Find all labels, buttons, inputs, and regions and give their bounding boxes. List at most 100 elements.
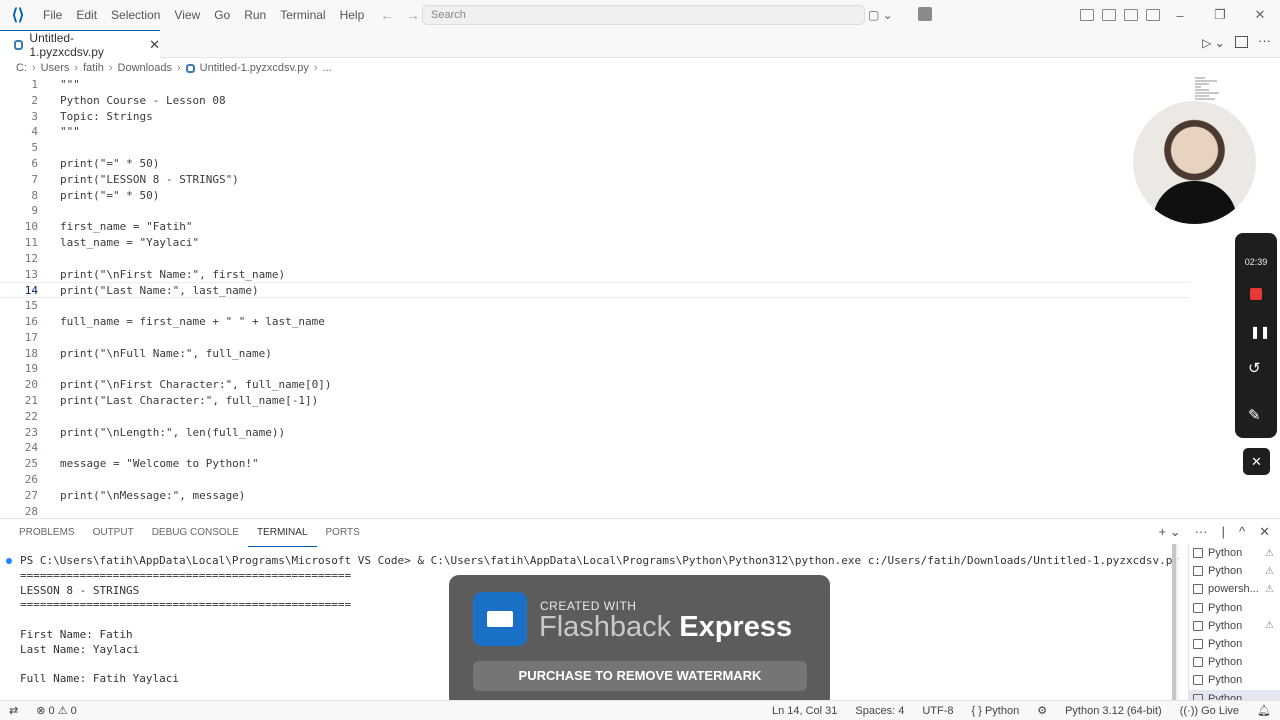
code-line[interactable]: 13 print("\nFirst Name:", first_name) bbox=[0, 267, 1200, 283]
terminal-session-item[interactable]: Python bbox=[1189, 635, 1280, 653]
code-line[interactable]: 5 bbox=[0, 140, 1200, 156]
remote-icon[interactable]: ⇄ bbox=[0, 704, 27, 717]
scrollbar-thumb[interactable] bbox=[1172, 544, 1176, 701]
code-line[interactable]: 15 bbox=[0, 298, 1200, 314]
code-line[interactable]: 23 print("\nLength:", len(full_name)) bbox=[0, 425, 1200, 441]
toggle-secondary-sidebar-icon[interactable] bbox=[1146, 9, 1160, 21]
code-line[interactable]: 2 Python Course - Lesson 08 bbox=[0, 93, 1200, 109]
breadcrumb-users[interactable]: Users bbox=[41, 62, 70, 74]
terminal-session-label: Python bbox=[1208, 656, 1243, 669]
restore-icon[interactable]: ❐ bbox=[1200, 0, 1240, 30]
tab-problems[interactable]: PROBLEMS bbox=[10, 519, 84, 547]
go-live-button[interactable]: ((·)) Go Live bbox=[1171, 705, 1248, 717]
terminal-session-item[interactable]: Python ⚠ bbox=[1189, 562, 1280, 580]
recorder-close-icon[interactable]: ✕ bbox=[1243, 448, 1270, 475]
code-line[interactable]: 11 last_name = "Yaylaci" bbox=[0, 235, 1200, 251]
stop-recording-icon[interactable] bbox=[1250, 288, 1262, 300]
more-icon[interactable]: ··· bbox=[1195, 524, 1208, 540]
code-line[interactable]: 9 bbox=[0, 203, 1200, 219]
code-line[interactable]: 26 bbox=[0, 472, 1200, 488]
editor-tab[interactable]: Untitled-1.pyzxcdsv.py ✕ bbox=[0, 30, 160, 59]
menu-file[interactable]: File bbox=[36, 0, 69, 30]
tab-ports[interactable]: PORTS bbox=[317, 519, 369, 547]
code-line[interactable]: 1 """ bbox=[0, 77, 1200, 93]
problems-indicator[interactable]: ⊗ 0 ⚠ 0 bbox=[27, 704, 86, 717]
maximize-panel-icon[interactable]: ^ bbox=[1239, 524, 1245, 540]
terminal-scrollbar[interactable] bbox=[1172, 544, 1178, 701]
terminal-session-item[interactable]: Python ⚠ bbox=[1189, 544, 1280, 562]
terminal-session-label: Python bbox=[1208, 619, 1243, 632]
minimize-icon[interactable]: – bbox=[1160, 0, 1200, 30]
more-actions-icon[interactable]: ··· bbox=[1258, 33, 1271, 48]
run-python-file-icon[interactable]: ▷ ⌄ bbox=[1202, 36, 1225, 50]
terminal-line: ========================================… bbox=[20, 598, 352, 612]
tab-terminal[interactable]: TERMINAL bbox=[247, 520, 317, 547]
accounts-icon[interactable] bbox=[918, 7, 932, 21]
code-line[interactable]: 25 message = "Welcome to Python!" bbox=[0, 456, 1200, 472]
code-editor[interactable]: 1 """ 2 Python Course - Lesson 08 3 Topic: St… bbox=[0, 77, 1280, 517]
close-panel-icon[interactable]: ✕ bbox=[1259, 524, 1270, 540]
indentation[interactable]: Spaces: 4 bbox=[846, 705, 913, 717]
code-line[interactable]: 27 print("\nMessage:", message) bbox=[0, 488, 1200, 504]
pause-icon[interactable]: ❚❚ bbox=[1250, 325, 1270, 339]
copilot-chat-icon[interactable]: ▢ ⌄ bbox=[868, 6, 908, 24]
code-line[interactable]: 24 bbox=[0, 440, 1200, 456]
language-mode[interactable]: { } Python bbox=[963, 705, 1029, 717]
terminal-session-item[interactable]: powersh... ⚠ bbox=[1189, 580, 1280, 598]
back-arrow-icon[interactable]: ← bbox=[380, 7, 394, 23]
new-terminal-icon[interactable]: + ⌄ bbox=[1158, 524, 1180, 540]
menu-view[interactable]: View bbox=[167, 0, 207, 30]
code-line[interactable]: 28 bbox=[0, 504, 1200, 517]
python-interpreter[interactable]: Python 3.12 (64-bit) bbox=[1056, 705, 1171, 717]
breadcrumb-fatih[interactable]: fatih bbox=[83, 62, 104, 74]
terminal-status-dot bbox=[6, 558, 12, 564]
code-line[interactable]: 3 Topic: Strings bbox=[0, 109, 1200, 125]
terminal-session-item[interactable]: Python bbox=[1189, 599, 1280, 617]
search-input[interactable]: Search bbox=[422, 5, 865, 25]
code-line[interactable]: 7 print("LESSON 8 - STRINGS") bbox=[0, 172, 1200, 188]
purchase-button[interactable]: PURCHASE TO REMOVE WATERMARK bbox=[473, 661, 807, 691]
pen-icon[interactable]: ✎ bbox=[1248, 406, 1261, 424]
toggle-panel-icon[interactable] bbox=[1124, 9, 1138, 21]
breadcrumb-file[interactable]: Untitled-1.pyzxcdsv.py bbox=[200, 62, 309, 74]
code-line[interactable]: 17 bbox=[0, 330, 1200, 346]
terminal-session-item[interactable]: Python bbox=[1189, 653, 1280, 671]
menu-edit[interactable]: Edit bbox=[69, 0, 104, 30]
terminal-session-item[interactable]: Python ⚠ bbox=[1189, 617, 1280, 635]
forward-arrow-icon[interactable]: → bbox=[406, 7, 420, 23]
close-window-icon[interactable]: ✕ bbox=[1240, 0, 1280, 30]
code-line[interactable]: 20 print("\nFirst Character:", full_name[… bbox=[0, 377, 1200, 393]
menu-terminal[interactable]: Terminal bbox=[273, 0, 332, 30]
menu-selection[interactable]: Selection bbox=[104, 0, 167, 30]
code-line[interactable]: 14 print("Last Name:", last_name) bbox=[0, 282, 1190, 299]
code-line[interactable]: 21 print("Last Character:", full_name[-1]… bbox=[0, 393, 1200, 409]
breadcrumb-symbols[interactable]: ... bbox=[323, 62, 332, 74]
code-line[interactable]: 10 first_name = "Fatih" bbox=[0, 219, 1200, 235]
split-editor-icon[interactable] bbox=[1235, 36, 1248, 48]
notifications-bell-icon[interactable]: 🔔︎ bbox=[1248, 704, 1280, 717]
code-line[interactable]: 19 bbox=[0, 361, 1200, 377]
encoding[interactable]: UTF-8 bbox=[913, 705, 962, 717]
tab-output[interactable]: OUTPUT bbox=[84, 519, 143, 547]
breadcrumb-downloads[interactable]: Downloads bbox=[118, 62, 172, 74]
code-line[interactable]: 4 """ bbox=[0, 124, 1200, 140]
toggle-primary-sidebar-icon[interactable] bbox=[1102, 9, 1116, 21]
code-line[interactable]: 22 bbox=[0, 409, 1200, 425]
code-line[interactable]: 18 print("\nFull Name:", full_name) bbox=[0, 346, 1200, 362]
error-icon: ⊗ bbox=[36, 705, 46, 717]
customize-layout-icon[interactable] bbox=[1080, 9, 1094, 21]
terminal-session-item[interactable]: Python bbox=[1189, 671, 1280, 689]
code-line[interactable]: 6 print("=" * 50) bbox=[0, 156, 1200, 172]
code-line[interactable]: 8 print("=" * 50) bbox=[0, 188, 1200, 204]
menu-go[interactable]: Go bbox=[207, 0, 237, 30]
breadcrumb-drive[interactable]: C: bbox=[16, 62, 27, 74]
tab-debug-console[interactable]: DEBUG CONSOLE bbox=[143, 519, 248, 547]
code-line[interactable]: 12 bbox=[0, 251, 1200, 267]
menu-run[interactable]: Run bbox=[237, 0, 273, 30]
cursor-position[interactable]: Ln 14, Col 31 bbox=[763, 705, 846, 717]
tab-close-icon[interactable]: ✕ bbox=[149, 37, 160, 53]
copilot-status-icon[interactable]: ⚙ bbox=[1028, 704, 1056, 717]
code-line[interactable]: 16 full_name = first_name + " " + last_na… bbox=[0, 314, 1200, 330]
menu-help[interactable]: Help bbox=[333, 0, 372, 30]
restart-icon[interactable]: ↺ bbox=[1248, 359, 1261, 377]
